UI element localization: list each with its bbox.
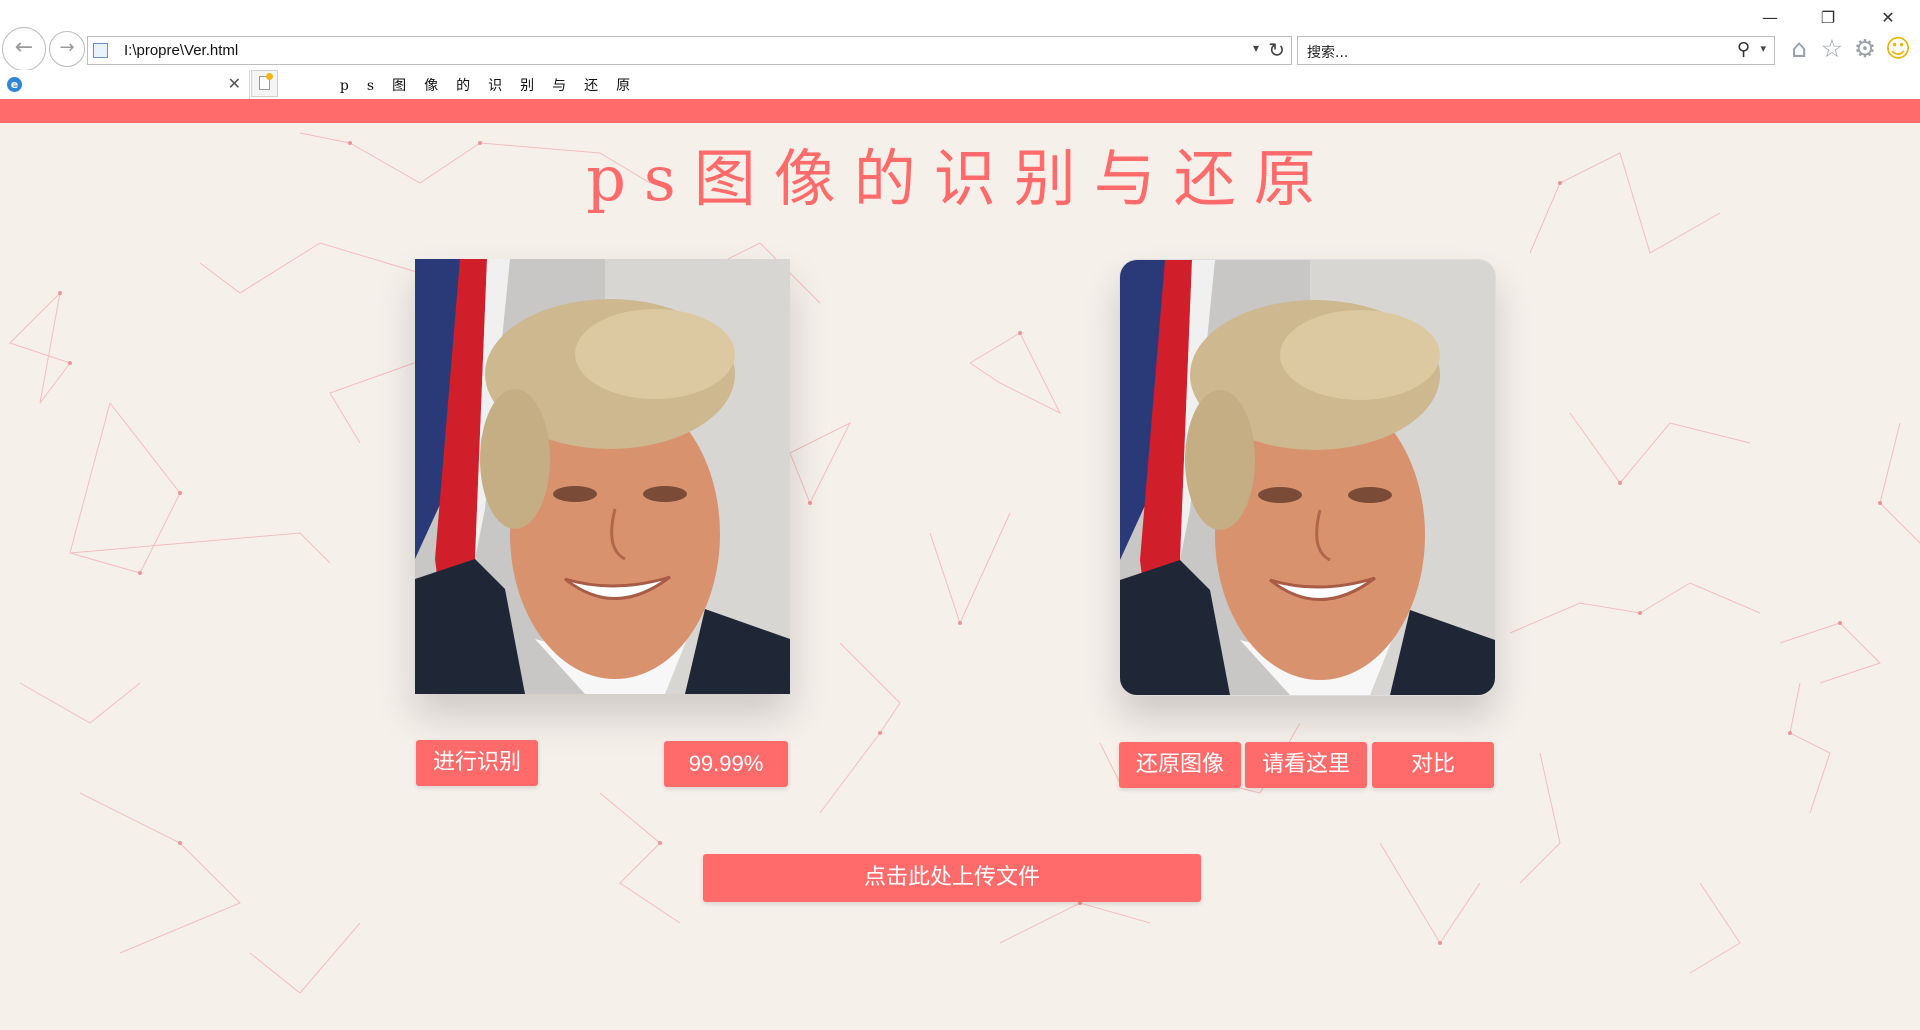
favorites-icon[interactable]: ☆	[1818, 34, 1846, 64]
smiley-icon[interactable]: ☺	[1884, 34, 1912, 64]
back-button[interactable]: ←	[2, 27, 46, 71]
page-icon	[93, 43, 108, 58]
upload-file-button[interactable]: 点击此处上传文件	[703, 854, 1201, 902]
address-url[interactable]: I:\propre\Ver.html	[124, 42, 238, 59]
search-input[interactable]: 搜索...	[1307, 42, 1348, 62]
home-icon[interactable]: ⌂	[1785, 34, 1813, 64]
page-top-bar	[0, 99, 1920, 123]
forward-icon: →	[59, 37, 75, 58]
ie-favicon-icon: e	[7, 77, 22, 92]
tab-title: ps图像的识别与还原	[339, 78, 649, 94]
restore-button[interactable]: ❐	[1816, 8, 1840, 28]
tab-close-icon[interactable]: ✕	[228, 74, 241, 93]
address-dropdown-icon[interactable]: ▾	[1253, 41, 1259, 55]
search-box[interactable]: 搜索... ⚲ ▾	[1297, 36, 1775, 65]
identify-button[interactable]: 进行识别	[416, 740, 538, 786]
compare-button[interactable]: 对比	[1372, 742, 1494, 788]
search-icon[interactable]: ⚲	[1737, 39, 1750, 60]
restored-photo	[1119, 259, 1496, 696]
new-tab-button[interactable]	[251, 70, 278, 97]
search-dropdown-icon[interactable]: ▾	[1760, 42, 1766, 55]
close-window-button[interactable]: ✕	[1876, 8, 1900, 28]
minimize-button[interactable]: —	[1758, 8, 1782, 28]
refresh-icon[interactable]: ↻	[1268, 38, 1285, 62]
address-bar[interactable]: I:\propre\Ver.html ▾ ↻	[87, 36, 1292, 65]
tab-active[interactable]: e ps图像的识别与还原 ✕	[0, 70, 630, 99]
browser-chrome: — ❐ ✕ ← → I:\propre\Ver.html ▾ ↻ 搜索... ⚲…	[0, 0, 1920, 99]
original-photo	[415, 259, 790, 694]
page-title: ps图像的识别与还原	[586, 142, 1334, 215]
score-display: 99.99%	[664, 741, 788, 787]
look-here-button[interactable]: 请看这里	[1245, 742, 1367, 788]
restore-image-button[interactable]: 还原图像	[1119, 742, 1241, 788]
gear-icon[interactable]: ⚙	[1851, 34, 1879, 64]
forward-button[interactable]: →	[49, 31, 85, 67]
back-icon: ←	[14, 35, 34, 60]
